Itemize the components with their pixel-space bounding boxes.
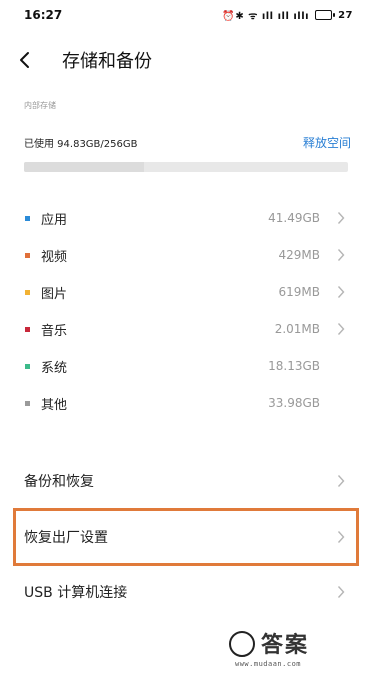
watermark-logo-icon — [229, 631, 255, 657]
category-size: 2.01MB — [274, 322, 320, 336]
category-size: 33.98GB — [268, 396, 320, 410]
chevron-right-icon — [337, 212, 345, 224]
back-button[interactable] — [18, 44, 58, 76]
watermark-url: www.mudaan.com — [235, 660, 302, 668]
backup-restore-label: 备份和恢复 — [24, 474, 94, 490]
category-row-music[interactable]: 音乐 2.01MB — [0, 311, 375, 347]
chevron-left-icon — [20, 52, 29, 68]
screen: 16:27 ⏰✱ ᯤ ıll ıll ıllı 27 存储和备份 内部存储 已使… — [0, 0, 375, 678]
internal-storage-label: 内部存储 — [24, 101, 56, 110]
category-label: 应用 — [41, 212, 68, 228]
category-color-dot — [25, 400, 30, 406]
category-row-other: 其他 33.98GB — [0, 385, 375, 421]
usb-connection-item[interactable]: USB 计算机连接 — [0, 566, 375, 618]
factory-reset-item[interactable]: 恢复出厂设置 — [0, 511, 375, 563]
category-row-video[interactable]: 视频 429MB — [0, 237, 375, 273]
header: 存储和备份 — [0, 44, 375, 76]
category-label: 图片 — [41, 286, 68, 302]
watermark: 答案 www.mudaan.com — [225, 627, 355, 673]
category-size: 41.49GB — [268, 211, 320, 225]
chevron-right-icon — [337, 286, 345, 298]
battery-level: 27 — [338, 9, 353, 21]
category-row-images[interactable]: 图片 619MB — [0, 274, 375, 310]
category-size: 619MB — [278, 285, 321, 299]
category-color-dot — [25, 326, 30, 332]
page-title: 存储和备份 — [62, 51, 152, 72]
storage-usage-bar — [24, 162, 348, 172]
status-time: 16:27 — [24, 8, 63, 22]
backup-restore-item[interactable]: 备份和恢复 — [0, 455, 375, 507]
usb-connection-label: USB 计算机连接 — [24, 585, 128, 601]
watermark-text: 答案 — [261, 633, 310, 658]
category-size: 18.13GB — [268, 359, 320, 373]
chevron-right-icon — [337, 249, 345, 261]
storage-usage-text: 已使用 94.83GB/256GB — [24, 139, 138, 150]
status-icons: ⏰✱ ᯤ ıll ıll ıllı 27 — [222, 8, 353, 23]
factory-reset-label: 恢复出厂设置 — [24, 530, 108, 546]
category-color-dot — [25, 215, 30, 221]
category-color-dot — [25, 363, 30, 369]
category-label: 音乐 — [41, 323, 68, 339]
chevron-right-icon — [337, 531, 345, 543]
chevron-right-icon — [337, 586, 345, 598]
storage-usage-fill — [24, 162, 144, 172]
category-color-dot — [25, 252, 30, 258]
category-label: 视频 — [41, 249, 68, 265]
free-space-link[interactable]: 释放空间 — [303, 134, 351, 151]
status-bar: 16:27 ⏰✱ ᯤ ıll ıll ıllı 27 — [0, 0, 375, 30]
battery-icon — [315, 10, 336, 20]
category-color-dot — [25, 289, 30, 295]
storage-usage-row: 已使用 94.83GB/256GB 释放空间 — [24, 134, 351, 151]
category-label: 其他 — [41, 397, 68, 413]
status-icons-glyphs: ⏰✱ ᯤ ıll ıll ıllı — [222, 11, 310, 22]
category-row-apps[interactable]: 应用 41.49GB — [0, 200, 375, 236]
category-size: 429MB — [278, 248, 321, 262]
chevron-right-icon — [337, 323, 345, 335]
category-row-system: 系统 18.13GB — [0, 348, 375, 384]
category-label: 系统 — [41, 360, 68, 376]
chevron-right-icon — [337, 475, 345, 487]
